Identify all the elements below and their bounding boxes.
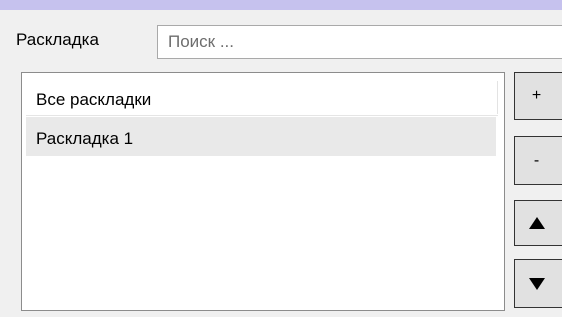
list-item-label: Раскладка 1 — [36, 129, 134, 148]
list-header-label: Все раскладки — [36, 90, 152, 109]
triangle-down-icon — [528, 277, 545, 290]
triangle-up-icon — [528, 217, 545, 229]
move-up-button[interactable] — [514, 200, 562, 246]
remove-button[interactable]: - — [514, 136, 562, 185]
layout-list[interactable]: Все раскладки Раскладка 1 — [21, 72, 505, 311]
list-item[interactable]: Раскладка 1 — [26, 117, 496, 156]
search-input[interactable] — [157, 25, 562, 59]
layout-label: Раскладка — [16, 30, 99, 49]
add-button[interactable]: + — [514, 72, 562, 120]
window-top-stripe — [0, 0, 562, 10]
list-header-all-layouts[interactable]: Все раскладки — [26, 77, 498, 116]
move-down-button[interactable] — [514, 259, 562, 308]
column-separator — [497, 81, 498, 114]
